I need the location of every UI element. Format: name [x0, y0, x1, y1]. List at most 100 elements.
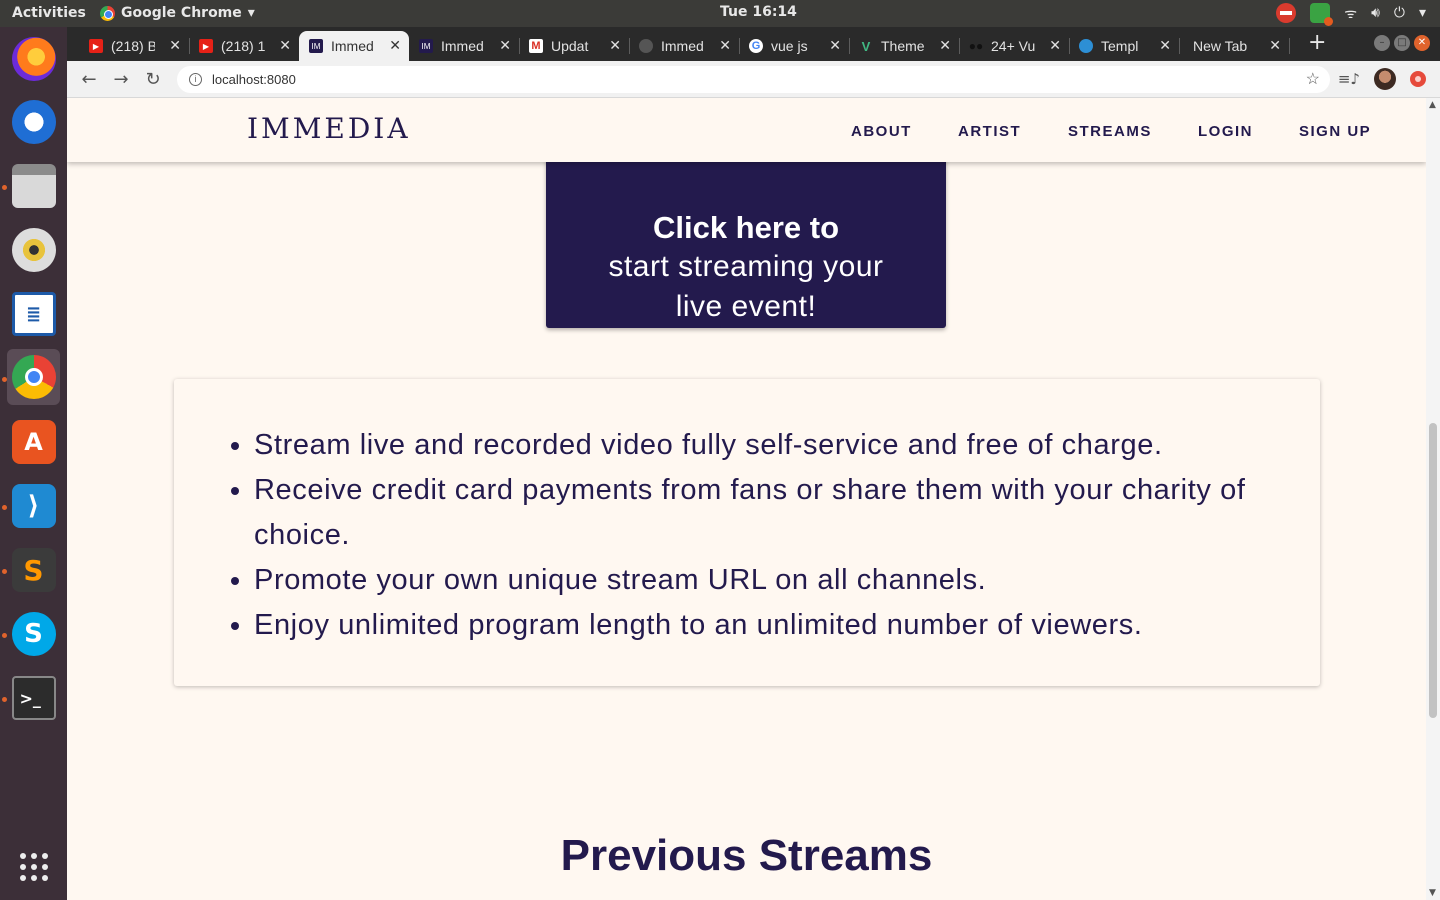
- dock-terminal[interactable]: >_: [7, 670, 60, 726]
- cta-heading: Click here to: [652, 210, 840, 245]
- nav-streams[interactable]: STREAMS: [1068, 123, 1152, 140]
- extension-icon[interactable]: [1410, 71, 1426, 87]
- dock-vscode[interactable]: ⟩: [7, 478, 60, 534]
- close-icon[interactable]: ✕: [499, 37, 511, 54]
- google-icon: G: [749, 39, 763, 53]
- tab-title: Theme: [881, 38, 925, 54]
- maximize-button[interactable]: □: [1394, 35, 1410, 51]
- minimize-button[interactable]: –: [1374, 35, 1390, 51]
- globe-icon: [1079, 39, 1093, 53]
- activities-button[interactable]: Activities: [12, 5, 86, 21]
- browser-tab[interactable]: Immed ✕: [629, 31, 740, 61]
- clock[interactable]: Tue 16:14: [720, 4, 797, 20]
- chrome-icon: [11, 355, 56, 399]
- stop-indicator-icon[interactable]: [1276, 3, 1297, 23]
- site-navbar: IMMEDIA ABOUT ARTIST STREAMS LOGIN SIGN …: [67, 98, 1426, 162]
- vuetify-icon: V: [861, 38, 871, 54]
- scroll-up-arrow-icon[interactable]: ▲: [1429, 100, 1436, 110]
- browser-tab-active[interactable]: IM Immed ✕: [299, 31, 409, 61]
- dock-files[interactable]: [7, 158, 60, 214]
- github-icon: [639, 39, 653, 53]
- bookmark-star-icon[interactable]: ☆: [1306, 69, 1320, 89]
- close-icon[interactable]: ✕: [169, 37, 181, 54]
- feature-item: Enjoy unlimited program length to an unl…: [254, 603, 1264, 648]
- browser-tab[interactable]: ▶ (218) B ✕: [79, 31, 190, 61]
- close-icon[interactable]: ✕: [1049, 37, 1061, 54]
- nav-about[interactable]: ABOUT: [851, 123, 912, 140]
- chrome-icon: [100, 5, 115, 21]
- back-button[interactable]: ←: [78, 69, 100, 90]
- browser-tab[interactable]: ▶ (218) 1 ✕: [189, 31, 299, 61]
- features-list: Stream live and recorded video fully sel…: [254, 423, 1264, 648]
- browser-tab[interactable]: IM Immed ✕: [409, 31, 520, 61]
- app-menu[interactable]: Google Chrome ▾: [100, 5, 255, 21]
- tab-title: (218) 1: [221, 38, 265, 54]
- close-icon[interactable]: ✕: [1159, 37, 1171, 54]
- speaker-icon: [11, 228, 56, 272]
- thunderbird-icon: [11, 100, 56, 144]
- info-icon[interactable]: i: [189, 73, 202, 86]
- dock-software[interactable]: A: [7, 414, 60, 470]
- tab-title: Immed: [441, 38, 484, 54]
- forward-button[interactable]: →: [110, 69, 132, 90]
- power-icon[interactable]: ⏻: [1394, 5, 1405, 21]
- system-tray[interactable]: ᯤ 🔊︎ ⏻ ▾: [1276, 3, 1426, 26]
- nav-sign-up[interactable]: SIGN UP: [1299, 123, 1371, 140]
- close-icon[interactable]: ✕: [829, 37, 841, 54]
- cta-text-line-1: start streaming your: [608, 250, 884, 283]
- browser-tab[interactable]: Templ ✕: [1069, 31, 1180, 61]
- browser-tab[interactable]: G vue js ✕: [739, 31, 850, 61]
- address-bar[interactable]: i localhost:8080 ☆: [177, 66, 1330, 93]
- close-icon[interactable]: ✕: [939, 37, 951, 54]
- tab-title: (218) B: [111, 38, 155, 54]
- sublime-icon: S: [11, 548, 56, 592]
- close-icon[interactable]: ✕: [719, 37, 731, 54]
- avatar[interactable]: [1374, 68, 1396, 90]
- dock-writer[interactable]: ≣: [7, 286, 60, 342]
- features-card: Stream live and recorded video fully sel…: [174, 379, 1320, 686]
- start-streaming-button[interactable]: Click here to start streaming your live …: [546, 138, 946, 328]
- dock-sublime[interactable]: S: [7, 542, 60, 598]
- close-icon[interactable]: ✕: [389, 37, 401, 54]
- browser-tab[interactable]: M Updat ✕: [519, 31, 630, 61]
- feature-item: Stream live and recorded video fully sel…: [254, 423, 1264, 468]
- update-indicator-icon[interactable]: [1310, 3, 1334, 26]
- close-icon[interactable]: ✕: [279, 37, 291, 54]
- url-text: localhost:8080: [212, 72, 296, 87]
- tab-title: Updat: [551, 38, 589, 54]
- browser-tab[interactable]: ●● 24+ Vu ✕: [959, 31, 1070, 61]
- new-tab-button[interactable]: +: [1308, 30, 1326, 55]
- vscode-icon: ⟩: [11, 484, 56, 528]
- files-icon: [11, 164, 56, 208]
- skype-icon: S: [11, 612, 56, 656]
- close-window-button[interactable]: ✕: [1414, 35, 1430, 51]
- toolbar-actions: ≡♪: [1338, 68, 1426, 90]
- tab-title: vue js: [771, 38, 808, 54]
- browser-toolbar: ← → ↻ i localhost:8080 ☆ ≡♪: [67, 61, 1440, 98]
- browser-tab[interactable]: New Tab ✕: [1179, 31, 1290, 61]
- scroll-down-arrow-icon[interactable]: ▼: [1429, 888, 1436, 898]
- close-icon[interactable]: ✕: [609, 37, 621, 54]
- site-logo[interactable]: IMMEDIA: [247, 112, 411, 145]
- mask-icon: ●●: [968, 39, 984, 53]
- nav-login[interactable]: LOGIN: [1198, 123, 1253, 140]
- browser-tab[interactable]: V Theme ✕: [849, 31, 960, 61]
- app-menu-label: Google Chrome: [121, 5, 242, 21]
- nav-artist[interactable]: ARTIST: [958, 123, 1021, 140]
- reload-button[interactable]: ↻: [142, 69, 164, 90]
- dock-rhythmbox[interactable]: [7, 222, 60, 278]
- chevron-down-icon[interactable]: ▾: [1419, 5, 1426, 21]
- close-icon[interactable]: ✕: [1269, 37, 1281, 54]
- dock-chrome[interactable]: [7, 349, 60, 405]
- dock-thunderbird[interactable]: [7, 94, 60, 150]
- firefox-icon: [11, 37, 56, 81]
- show-applications-button[interactable]: [7, 839, 60, 895]
- page-scrollbar[interactable]: ▲ ▼: [1426, 98, 1440, 900]
- dock-firefox[interactable]: [7, 31, 60, 87]
- scrollbar-thumb[interactable]: [1429, 423, 1437, 718]
- wifi-icon[interactable]: ᯤ: [1344, 4, 1357, 23]
- volume-icon[interactable]: 🔊︎: [1371, 5, 1380, 21]
- dock-skype[interactable]: S: [7, 606, 60, 662]
- media-controls-icon[interactable]: ≡♪: [1338, 70, 1360, 88]
- feature-item: Promote your own unique stream URL on al…: [254, 558, 1264, 603]
